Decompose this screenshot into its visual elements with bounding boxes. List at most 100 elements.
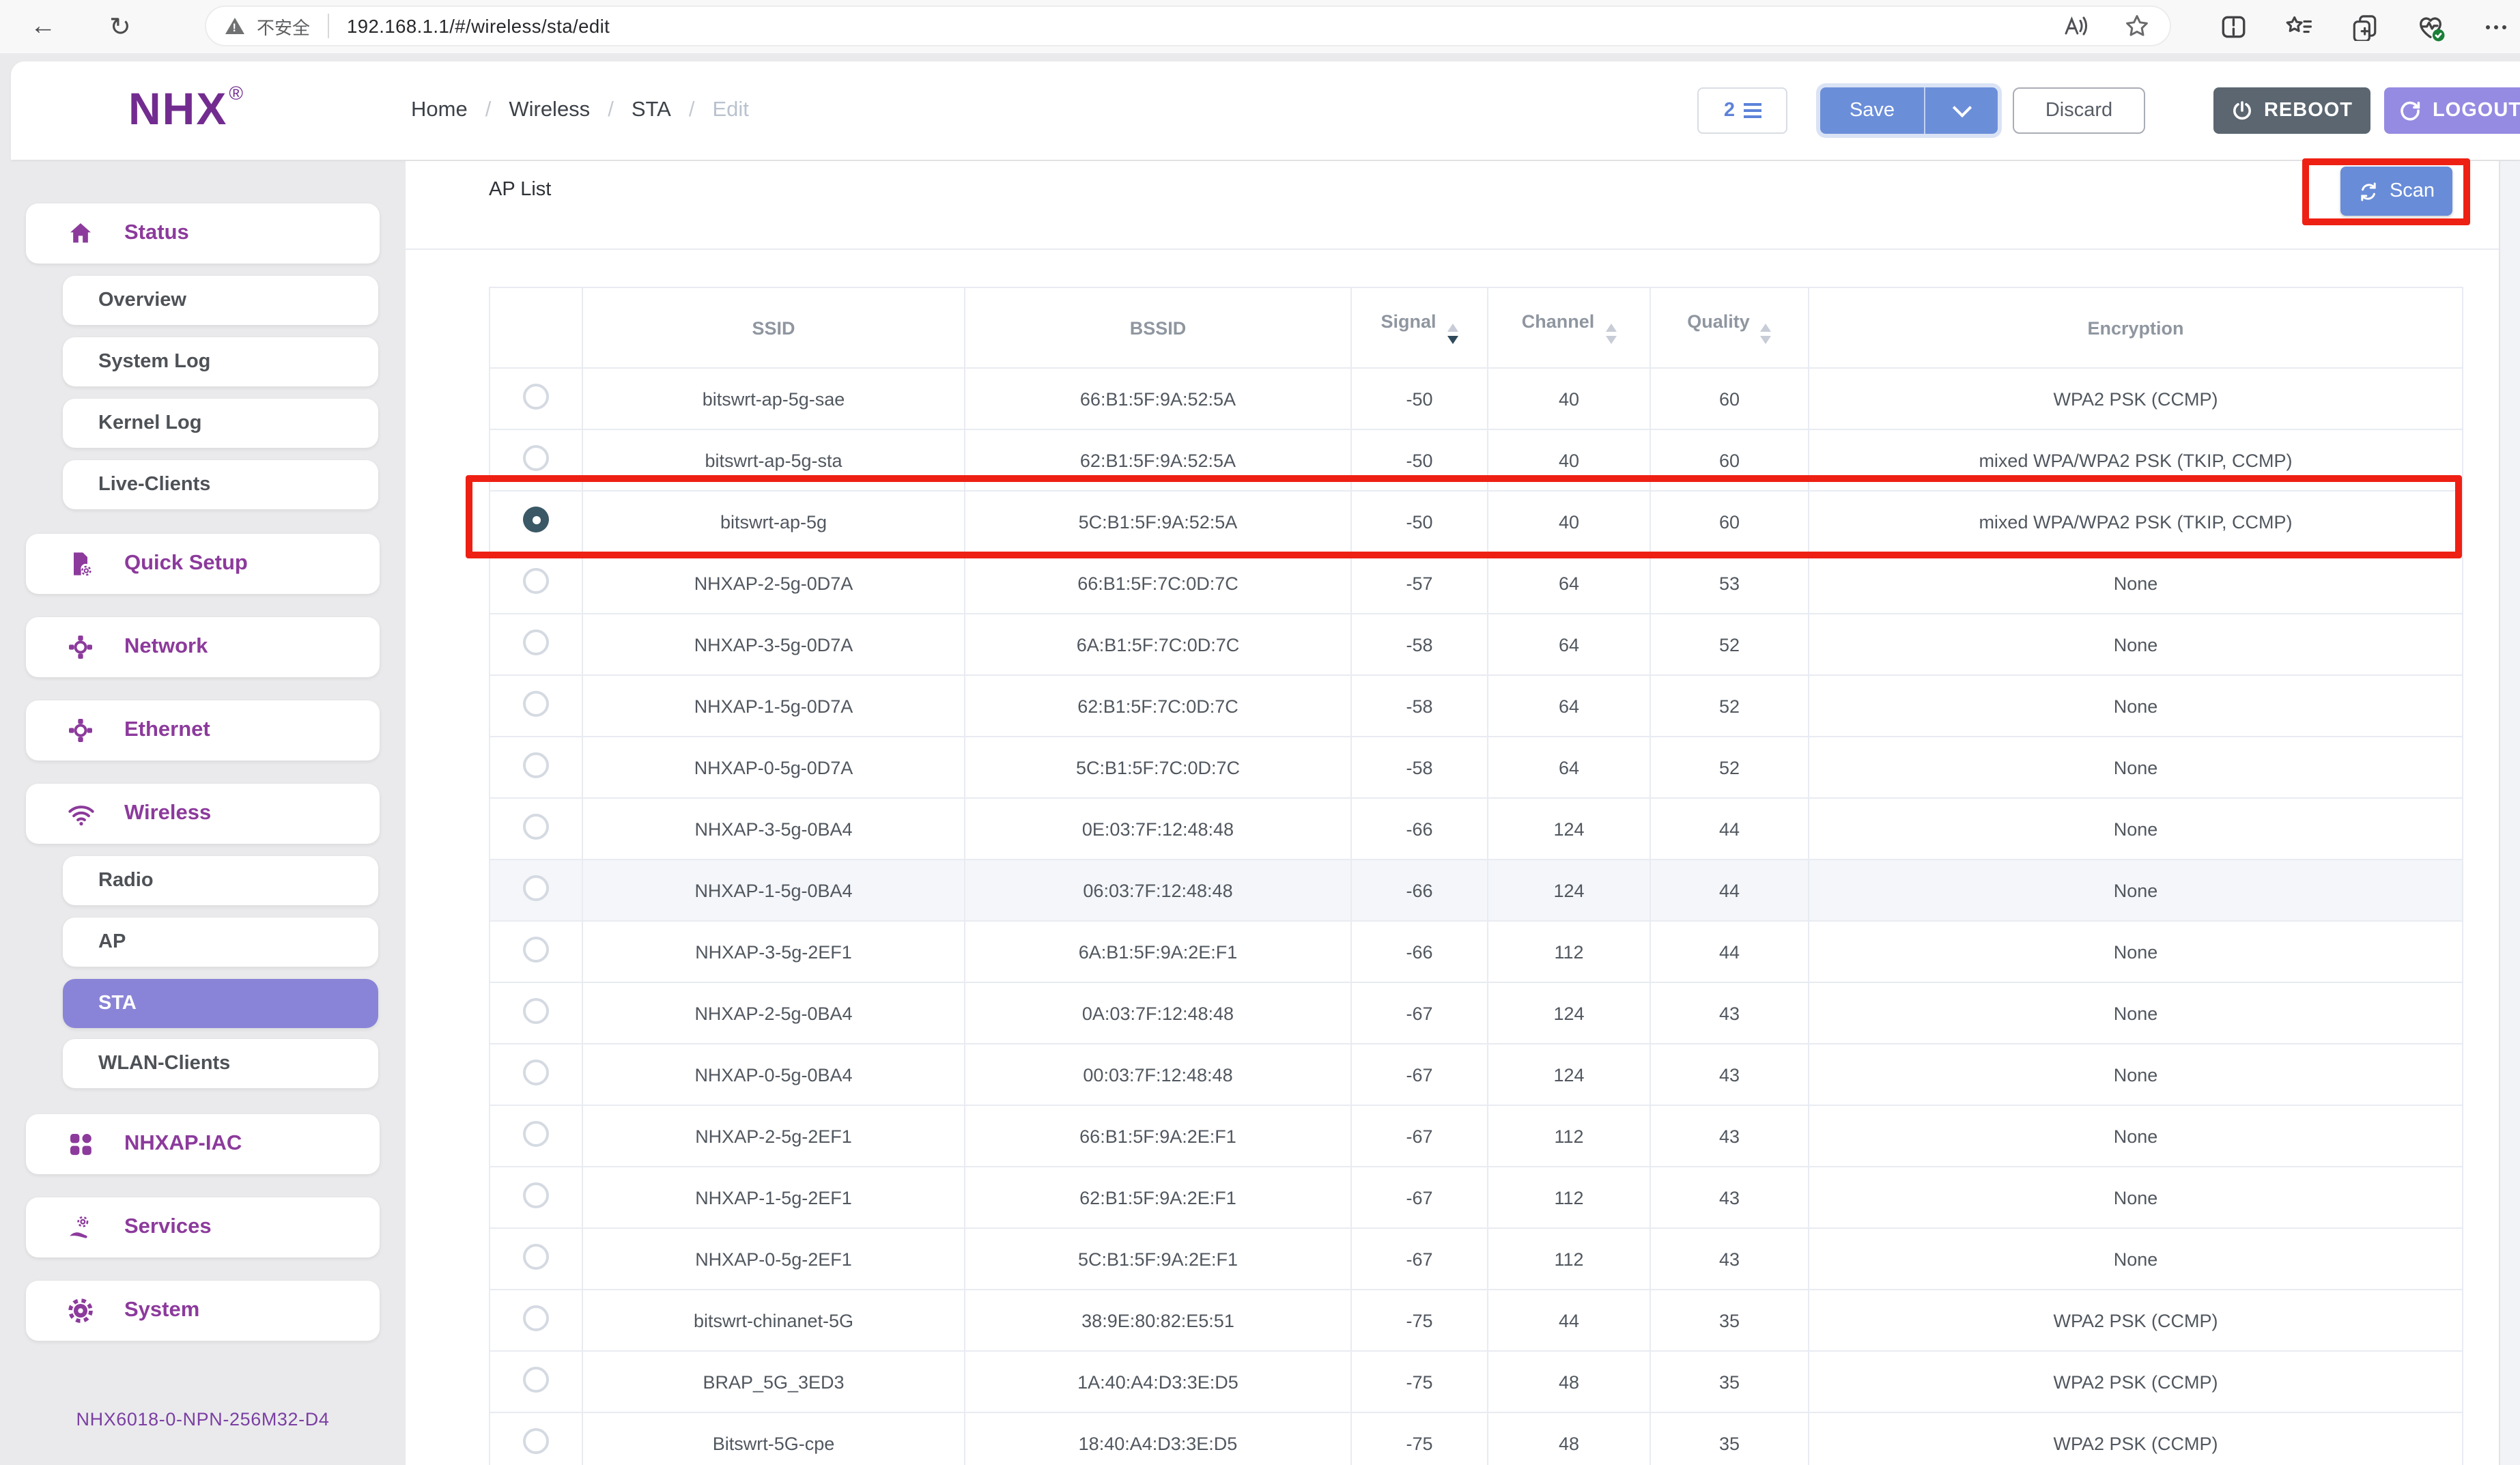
row-radio[interactable]	[523, 1367, 549, 1393]
read-aloud-icon[interactable]	[2061, 12, 2088, 40]
row-radio[interactable]	[523, 1059, 549, 1085]
more-menu-icon[interactable]	[2482, 13, 2509, 40]
sidebar-item-quick-setup[interactable]: Quick Setup	[26, 534, 380, 594]
cell-ssid: NHXAP-0-5g-0D7A	[582, 737, 965, 798]
cell-signal: -66	[1351, 798, 1488, 859]
table-row[interactable]: bitswrt-ap-5g5C:B1:5F:9A:52:5A-504060mix…	[490, 491, 2463, 552]
table-row[interactable]: NHXAP-3-5g-2EF16A:B1:5F:9A:2E:F1-6611244…	[490, 921, 2463, 982]
reboot-button[interactable]: REBOOT	[2213, 87, 2370, 134]
cell-channel: 44	[1488, 1290, 1650, 1351]
row-radio[interactable]	[523, 1182, 549, 1208]
table-row[interactable]: Bitswrt-5G-cpe18:40:A4:D3:3E:D5-754835WP…	[490, 1412, 2463, 1465]
row-radio[interactable]	[523, 1305, 549, 1331]
table-row[interactable]: NHXAP-1-5g-2EF162:B1:5F:9A:2E:F1-6711243…	[490, 1167, 2463, 1228]
table-row[interactable]: NHXAP-0-5g-0D7A5C:B1:5F:7C:0D:7C-586452N…	[490, 737, 2463, 798]
sidebar-item-live-clients[interactable]: Live-Clients	[63, 460, 378, 509]
back-icon[interactable]: ←	[30, 0, 56, 53]
scan-button[interactable]: Scan	[2340, 167, 2452, 216]
table-row[interactable]: NHXAP-2-5g-0D7A66:B1:5F:7C:0D:7C-576453N…	[490, 552, 2463, 614]
sidebar-item-nhxap-iac[interactable]: NHXAP-IAC	[26, 1114, 380, 1174]
sidebar-item-wlan-clients[interactable]: WLAN-Clients	[63, 1039, 378, 1088]
col-channel[interactable]: Channel	[1488, 287, 1650, 368]
security-label[interactable]: 不安全	[257, 13, 310, 39]
sidebar-item-network[interactable]: Network	[26, 617, 380, 677]
sort-icons-signal[interactable]	[1447, 324, 1458, 344]
row-radio[interactable]	[523, 384, 549, 410]
row-radio[interactable]	[523, 752, 549, 778]
cell-bssid: 62:B1:5F:9A:2E:F1	[965, 1167, 1351, 1228]
favorites-list-icon[interactable]	[2284, 12, 2312, 41]
row-radio[interactable]	[523, 937, 549, 963]
table-row[interactable]: NHXAP-3-5g-0D7A6A:B1:5F:7C:0D:7C-586452N…	[490, 614, 2463, 675]
browser-essentials-icon[interactable]	[2415, 12, 2445, 42]
address-bar[interactable]: 不安全 192.168.1.1/#/wireless/sta/edit	[205, 5, 2171, 46]
sidebar-item-radio[interactable]: Radio	[63, 856, 378, 905]
cell-select	[490, 1412, 582, 1465]
row-radio[interactable]	[523, 568, 549, 594]
cell-quality: 53	[1650, 552, 1809, 614]
save-button[interactable]: Save	[1820, 87, 1924, 134]
scrollbar-gutter[interactable]	[2499, 161, 2520, 1465]
sort-icons-channel[interactable]	[1605, 324, 1616, 344]
split-screen-icon[interactable]	[2218, 12, 2247, 41]
table-row[interactable]: bitswrt-ap-5g-sae66:B1:5F:9A:52:5A-50406…	[490, 368, 2463, 429]
save-dropdown-button[interactable]	[1924, 87, 1998, 134]
breadcrumb-home[interactable]: Home	[411, 98, 468, 123]
cell-bssid: 5C:B1:5F:9A:52:5A	[965, 491, 1351, 552]
cell-bssid: 5C:B1:5F:7C:0D:7C	[965, 737, 1351, 798]
row-radio[interactable]	[523, 1244, 549, 1270]
logout-button[interactable]: LOGOUT	[2384, 87, 2520, 134]
rescan-icon	[2358, 181, 2379, 201]
col-signal[interactable]: Signal	[1351, 287, 1488, 368]
refresh-icon[interactable]: ↻	[109, 0, 131, 53]
address-separator	[328, 14, 329, 38]
table-row[interactable]: NHXAP-2-5g-0BA40A:03:7F:12:48:48-6712443…	[490, 982, 2463, 1044]
row-radio[interactable]	[523, 629, 549, 655]
row-radio[interactable]	[523, 998, 549, 1024]
table-row[interactable]: BRAP_5G_3ED31A:40:A4:D3:3E:D5-754835WPA2…	[490, 1351, 2463, 1412]
cell-signal: -66	[1351, 921, 1488, 982]
breadcrumb-wireless[interactable]: Wireless	[509, 98, 590, 123]
security-warning-icon[interactable]	[225, 18, 244, 34]
table-row[interactable]: NHXAP-1-5g-0D7A62:B1:5F:7C:0D:7C-586452N…	[490, 675, 2463, 737]
sidebar-item-services[interactable]: Services	[26, 1197, 380, 1257]
row-radio[interactable]	[523, 814, 549, 840]
sidebar-item-sta[interactable]: STA	[63, 979, 378, 1028]
table-row[interactable]: bitswrt-ap-5g-sta62:B1:5F:9A:52:5A-50406…	[490, 429, 2463, 491]
collections-icon[interactable]	[2349, 12, 2378, 41]
row-radio[interactable]	[523, 1121, 549, 1147]
cell-encryption: WPA2 PSK (CCMP)	[1809, 1351, 2463, 1412]
pending-count: 2	[1724, 100, 1735, 122]
discard-button[interactable]: Discard	[2013, 87, 2145, 134]
breadcrumb-sta[interactable]: STA	[632, 98, 671, 123]
table-row[interactable]: NHXAP-0-5g-0BA400:03:7F:12:48:48-6712443…	[490, 1044, 2463, 1105]
col-quality[interactable]: Quality	[1650, 287, 1809, 368]
table-row[interactable]: NHXAP-0-5g-2EF15C:B1:5F:9A:2E:F1-6711243…	[490, 1228, 2463, 1290]
row-radio[interactable]	[523, 875, 549, 901]
sidebar-item-kernel-log[interactable]: Kernel Log	[63, 399, 378, 448]
sidebar-item-status[interactable]: Status	[26, 203, 380, 264]
cell-select	[490, 737, 582, 798]
table-row[interactable]: NHXAP-1-5g-0BA406:03:7F:12:48:48-6612444…	[490, 859, 2463, 921]
sidebar-item-ap[interactable]: AP	[63, 918, 378, 967]
row-radio-selected[interactable]	[523, 507, 549, 532]
pending-changes-button[interactable]: 2	[1697, 87, 1787, 134]
row-radio[interactable]	[523, 1428, 549, 1454]
url-text[interactable]: 192.168.1.1/#/wireless/sta/edit	[347, 16, 610, 36]
table-row[interactable]: NHXAP-2-5g-2EF166:B1:5F:9A:2E:F1-6711243…	[490, 1105, 2463, 1167]
cell-signal: -75	[1351, 1290, 1488, 1351]
sidebar-item-system-log[interactable]: System Log	[63, 337, 378, 386]
cell-select	[490, 1290, 582, 1351]
table-row[interactable]: NHXAP-3-5g-0BA40E:03:7F:12:48:48-6612444…	[490, 798, 2463, 859]
sort-icons-quality[interactable]	[1761, 324, 1772, 344]
sidebar-item-overview[interactable]: Overview	[63, 276, 378, 325]
favorite-star-icon[interactable]	[2123, 12, 2151, 40]
cell-select	[490, 1228, 582, 1290]
cell-quality: 44	[1650, 798, 1809, 859]
sidebar-item-system[interactable]: System	[26, 1281, 380, 1341]
table-row[interactable]: bitswrt-chinanet-5G38:9E:80:82:E5:51-754…	[490, 1290, 2463, 1351]
row-radio[interactable]	[523, 445, 549, 471]
sidebar-item-ethernet[interactable]: Ethernet	[26, 700, 380, 760]
row-radio[interactable]	[523, 691, 549, 717]
sidebar-item-wireless[interactable]: Wireless	[26, 784, 380, 844]
